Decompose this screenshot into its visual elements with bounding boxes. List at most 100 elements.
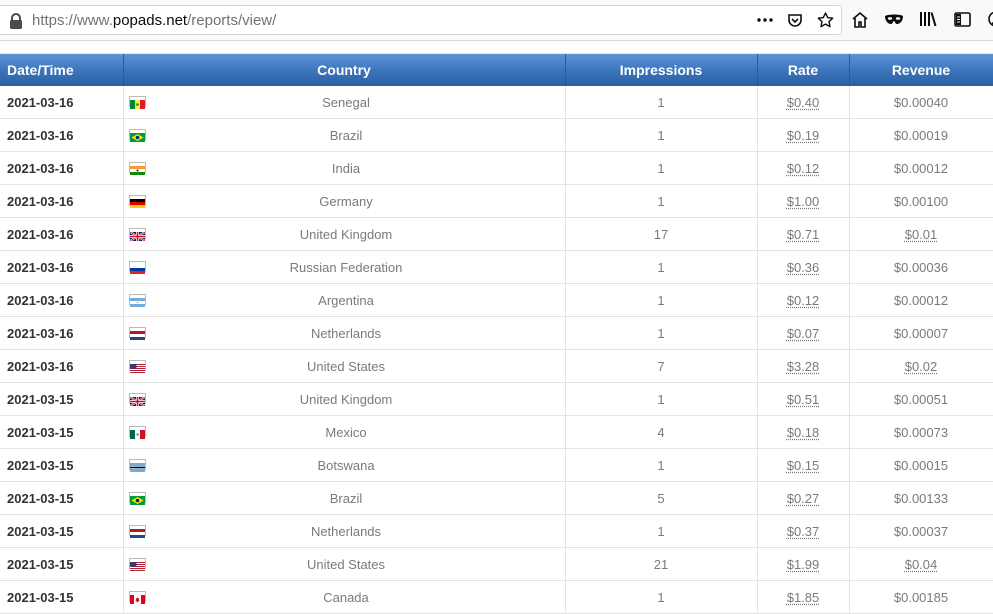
row-rate-link[interactable]: $0.12 [787,293,820,308]
row-impressions: 7 [565,350,757,383]
row-date: 2021-03-15 [0,383,123,416]
canada-flag-icon [129,591,146,602]
column-header-rate[interactable]: Rate [757,54,849,86]
column-header-revenue[interactable]: Revenue [849,54,993,86]
row-rate-cell: $0.19 [757,119,849,152]
row-impressions: 21 [565,548,757,581]
row-revenue-cell: $0.00019 [849,119,993,152]
row-revenue: $0.00012 [894,293,948,308]
row-rate-link[interactable]: $0.36 [787,260,820,275]
table-row: 2021-03-15 Botswana 1 $0.15 $0.00015 [0,449,993,482]
pocket-icon[interactable] [785,10,805,30]
table-row: 2021-03-16 India 1 $0.12 $0.00012 [0,152,993,185]
row-rate-link[interactable]: $0.18 [787,425,820,440]
row-revenue: $0.00007 [894,326,948,341]
row-country-cell: Russian Federation [123,251,565,284]
row-impressions: 1 [565,86,757,119]
usa-flag-icon [129,558,146,569]
library-icon[interactable] [918,9,938,29]
page-top-gap [0,41,993,54]
row-revenue-cell: $0.00012 [849,152,993,185]
table-row: 2021-03-16 United States 7 $3.28 $0.02 [0,350,993,383]
row-revenue-cell: $0.01 [849,218,993,251]
row-rate-link[interactable]: $0.12 [787,161,820,176]
row-impressions: 1 [565,185,757,218]
column-header-date[interactable]: Date/Time [0,54,123,86]
row-revenue-link[interactable]: $0.04 [905,557,938,572]
row-country: Netherlands [307,524,381,539]
account-icon[interactable] [986,9,993,29]
row-rate-link[interactable]: $1.99 [787,557,820,572]
row-revenue: $0.00037 [894,524,948,539]
row-country-cell: Mexico [123,416,565,449]
row-date: 2021-03-16 [0,218,123,251]
url-host: popads.net [113,12,187,29]
table-row: 2021-03-15 Brazil 5 $0.27 $0.00133 [0,482,993,515]
table-row: 2021-03-15 United Kingdom 1 $0.51 $0.00051 [0,383,993,416]
row-date: 2021-03-16 [0,284,123,317]
row-rate-link[interactable]: $0.27 [787,491,820,506]
row-rate-link[interactable]: $3.28 [787,359,820,374]
page-actions-icon[interactable] [755,10,775,30]
row-impressions: 1 [565,317,757,350]
table-header-row: Date/Time Country Impressions Rate Reven… [0,54,993,86]
table-row: 2021-03-15 Mexico 4 $0.18 $0.00073 [0,416,993,449]
row-country-cell: United States [123,350,565,383]
row-revenue: $0.00051 [894,392,948,407]
bookmark-star-icon[interactable] [815,10,835,30]
row-rate-cell: $0.12 [757,284,849,317]
row-rate-link[interactable]: $0.40 [787,95,820,110]
url-path: /reports/view/ [187,12,276,29]
usa-flag-icon [129,360,146,371]
row-country: Brazil [326,128,363,143]
row-country: Botswana [313,458,374,473]
row-country-cell: Netherlands [123,515,565,548]
column-header-impressions[interactable]: Impressions [565,54,757,86]
table-row: 2021-03-15 Netherlands 1 $0.37 $0.00037 [0,515,993,548]
address-bar[interactable]: https://www.popads.net/reports/view/ [0,5,842,35]
netherlands-flag-icon [129,327,146,338]
home-icon[interactable] [850,9,870,29]
row-rate-link[interactable]: $1.85 [787,590,820,605]
row-revenue-link[interactable]: $0.02 [905,359,938,374]
sidebar-icon[interactable] [952,9,972,29]
row-revenue: $0.00073 [894,425,948,440]
row-rate-link[interactable]: $0.37 [787,524,820,539]
lock-icon[interactable] [9,13,23,29]
url-text[interactable]: https://www.popads.net/reports/view/ [32,12,276,29]
russia-flag-icon [129,261,146,272]
row-date: 2021-03-15 [0,449,123,482]
uk-flag-icon [129,393,146,404]
row-rate-cell: $0.40 [757,86,849,119]
table-row: 2021-03-16 Germany 1 $1.00 $0.00100 [0,185,993,218]
row-revenue-cell: $0.00040 [849,86,993,119]
row-rate-link[interactable]: $0.15 [787,458,820,473]
senegal-flag-icon [129,96,146,107]
row-rate-link[interactable]: $0.07 [787,326,820,341]
row-rate-link[interactable]: $0.51 [787,392,820,407]
browser-toolbar: https://www.popads.net/reports/view/ [0,0,993,41]
row-rate-cell: $0.07 [757,317,849,350]
row-rate-link[interactable]: $1.00 [787,194,820,209]
row-rate-cell: $0.36 [757,251,849,284]
row-rate-cell: $1.85 [757,581,849,614]
table-row: 2021-03-16 Brazil 1 $0.19 $0.00019 [0,119,993,152]
row-rate-cell: $0.27 [757,482,849,515]
row-rate-link[interactable]: $0.19 [787,128,820,143]
column-header-country[interactable]: Country [123,54,565,86]
row-impressions: 1 [565,119,757,152]
row-rate-cell: $3.28 [757,350,849,383]
row-country: India [328,161,360,176]
url-prefix: https://www. [32,12,113,29]
row-date: 2021-03-16 [0,152,123,185]
row-rate-link[interactable]: $0.71 [787,227,820,242]
row-revenue-link[interactable]: $0.01 [905,227,938,242]
table-row: 2021-03-16 Argentina 1 $0.12 $0.00012 [0,284,993,317]
table-row: 2021-03-15 Canada 1 $1.85 $0.00185 [0,581,993,614]
private-mask-icon[interactable] [884,9,904,29]
row-country: United Kingdom [296,392,393,407]
row-revenue-cell: $0.00051 [849,383,993,416]
india-flag-icon [129,162,146,173]
row-rate-cell: $0.37 [757,515,849,548]
row-country-cell: Netherlands [123,317,565,350]
